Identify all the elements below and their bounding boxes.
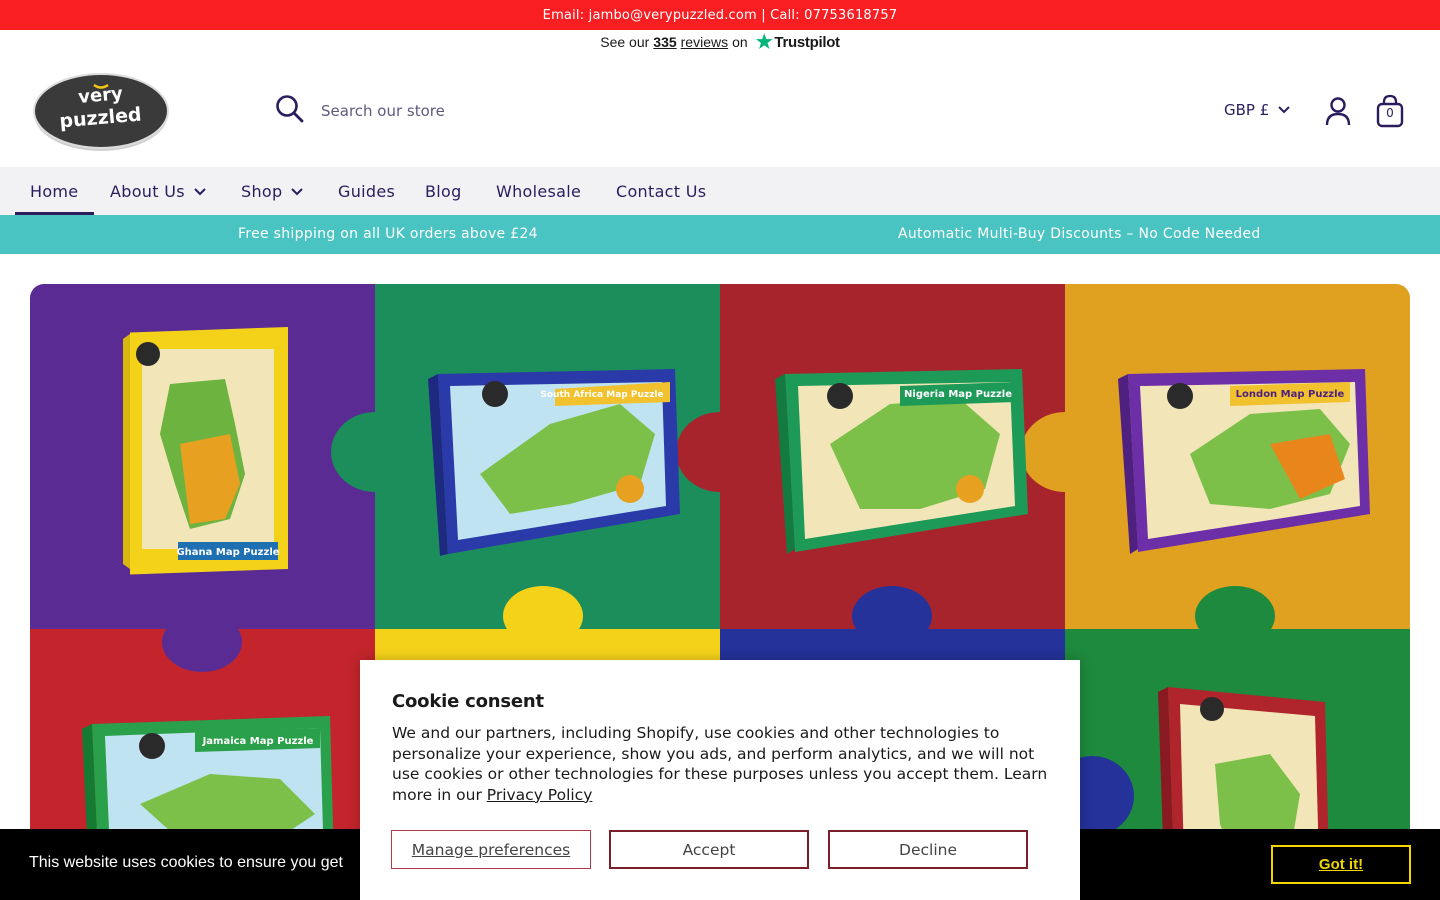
ghana-box-title: Ghana Map Puzzle (176, 547, 279, 558)
currency-selector[interactable]: GBP £ (1224, 101, 1291, 119)
nav-item-wholesale[interactable]: Wholesale (496, 167, 581, 215)
nav-item-label: Shop (241, 181, 283, 201)
got-it-button[interactable]: Got it! (1271, 845, 1411, 884)
trustpilot-logo[interactable]: ★ Trustpilot (756, 33, 840, 52)
cart-count: 0 (1386, 106, 1394, 120)
trustpilot-widget[interactable]: See our 335 reviews on ★ Trustpilot (0, 30, 1440, 54)
manage-preferences-button[interactable]: Manage preferences (391, 830, 591, 869)
chevron-down-icon (290, 182, 304, 201)
trustpilot-star-icon: ★ (755, 31, 773, 53)
consent-body: We and our partners, including Shopify, … (392, 723, 1052, 805)
decline-button[interactable]: Decline (828, 830, 1028, 869)
nav-item-home[interactable]: Home (14, 167, 96, 215)
promo-multibuy[interactable]: Automatic Multi-Buy Discounts – No Code … (898, 226, 1261, 242)
nav-item-label: Blog (425, 181, 462, 201)
trustpilot-brand: Trustpilot (774, 33, 840, 51)
consent-title: Cookie consent (392, 691, 544, 712)
nav-item-label: Guides (338, 181, 396, 201)
nav-item-contact-us[interactable]: Contact Us (616, 167, 706, 215)
jamaica-box-title: Jamaica Map Puzzle (202, 736, 314, 747)
trustpilot-review-count[interactable]: 335 (653, 34, 676, 50)
search-icon[interactable] (275, 94, 305, 128)
nav-item-label: About Us (110, 181, 185, 201)
nav-item-label: Home (30, 181, 79, 201)
site-logo[interactable]: very puzzled (32, 71, 170, 152)
cookie-consent-dialog: Cookie consent We and our partners, incl… (360, 660, 1080, 900)
trustpilot-prefix: See our (600, 34, 650, 50)
chevron-down-icon (1277, 101, 1291, 119)
trustpilot-reviews-link[interactable]: reviews (681, 34, 728, 50)
currency-label: GBP £ (1224, 101, 1270, 119)
search-input[interactable]: Search our store (321, 102, 445, 120)
nav-item-about-us[interactable]: About Us (110, 167, 207, 215)
nav-item-label: Wholesale (496, 181, 582, 201)
privacy-policy-link[interactable]: Privacy Policy (487, 786, 593, 804)
nav-item-blog[interactable]: Blog (425, 167, 462, 215)
accept-button[interactable]: Accept (609, 830, 809, 869)
promo-free-shipping[interactable]: Free shipping on all UK orders above £24 (238, 226, 538, 242)
search-bar[interactable]: Search our store (275, 94, 445, 128)
cart-button[interactable]: 0 (1375, 94, 1405, 128)
nav-item-shop[interactable]: Shop (241, 167, 304, 215)
nigeria-box-title: Nigeria Map Puzzle (904, 389, 1012, 400)
trustpilot-on: on (732, 34, 748, 50)
announcement-text[interactable]: Email: jambo@verypuzzled.com | Call: 077… (543, 8, 898, 23)
cookie-banner-text: This website uses cookies to ensure you … (29, 854, 343, 871)
nav-item-guides[interactable]: Guides (338, 167, 395, 215)
chevron-down-icon (193, 182, 207, 201)
announcement-bar: Email: jambo@verypuzzled.com | Call: 077… (0, 0, 1440, 30)
ghana-puzzle-box: Ghana Map Puzzle (123, 326, 288, 575)
nav-item-label: Contact Us (616, 181, 707, 201)
promo-bar: Free shipping on all UK orders above £24… (0, 215, 1440, 254)
account-icon[interactable] (1325, 96, 1351, 130)
main-nav: Home About Us Shop Guides Blog Wholesale… (0, 167, 1440, 215)
london-box-title: London Map Puzzle (1236, 389, 1345, 400)
site-header: very puzzled Search our store GBP £ 0 (0, 54, 1440, 167)
south-africa-box-title: South Africa Map Puzzle (540, 390, 663, 400)
